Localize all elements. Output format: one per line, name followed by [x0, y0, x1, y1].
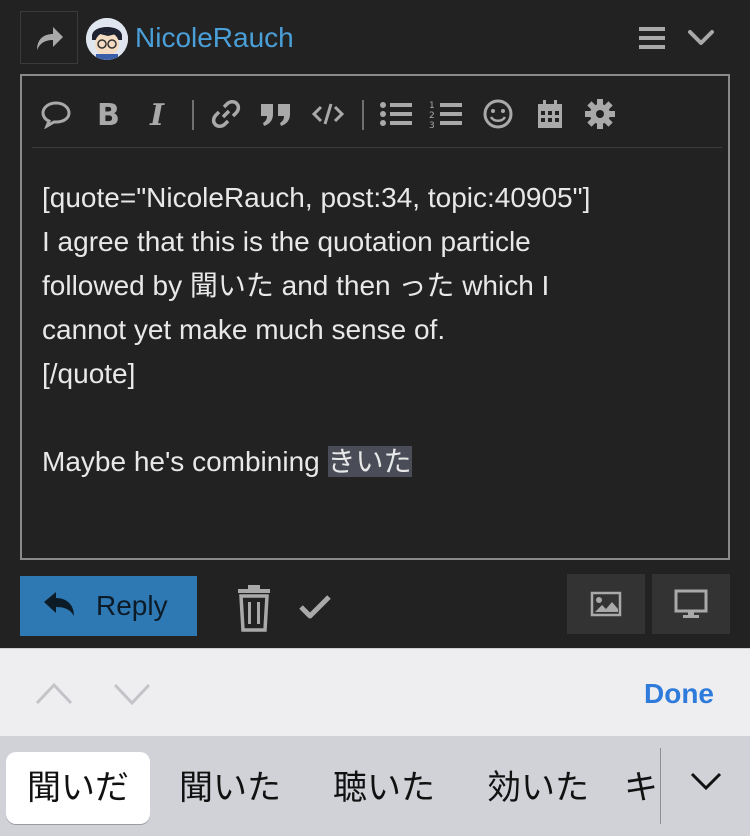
code-icon[interactable]	[310, 96, 346, 132]
menu-icon[interactable]	[637, 24, 667, 52]
reply-to-post-button[interactable]	[20, 11, 78, 64]
editor-line: [/quote]	[42, 358, 136, 389]
editor-textarea[interactable]: [quote="NicoleRauch, post:34, topic:4090…	[42, 176, 702, 484]
trash-icon[interactable]	[234, 584, 274, 632]
check-icon[interactable]	[298, 592, 332, 622]
speech-bubble-icon[interactable]	[38, 96, 74, 132]
editor-line: I agree that this is the quotation parti…	[42, 226, 531, 257]
editor-line: followed by 聞いた and then った which I	[42, 270, 550, 301]
candidate-item[interactable]: 聴いた	[314, 752, 454, 824]
numbered-list-icon[interactable]: 123	[428, 96, 464, 132]
editor-line: [quote="NicoleRauch, post:34, topic:4090…	[42, 182, 591, 213]
avatar[interactable]	[86, 18, 128, 60]
editor-toolbar: B I 123	[32, 76, 722, 148]
candidate-item[interactable]: 効いた	[468, 752, 608, 824]
image-upload-button[interactable]	[567, 574, 645, 634]
editor[interactable]: B I 123 [quote="NicoleRauch, post:34, to…	[20, 74, 730, 560]
selected-text: きいた	[327, 446, 412, 477]
keyboard-candidate-bar: 聞いだ 聞いた 聴いた 効いた キ	[0, 736, 750, 836]
bullet-list-icon[interactable]	[378, 96, 414, 132]
link-icon[interactable]	[208, 96, 244, 132]
done-button[interactable]: Done	[644, 677, 714, 711]
composer-header: NicoleRauch	[0, 0, 750, 74]
italic-icon[interactable]: I	[140, 96, 176, 132]
svg-text:I: I	[149, 99, 165, 129]
calendar-icon[interactable]	[532, 96, 568, 132]
bold-icon[interactable]: B	[90, 96, 126, 132]
emoji-icon[interactable]	[480, 96, 516, 132]
quote-icon[interactable]	[258, 96, 294, 132]
chevron-down-icon[interactable]	[112, 679, 152, 707]
composer-panel: NicoleRauch B I 1 2 3 [quote="NicoleRauc…	[0, 0, 750, 648]
candidate-divider	[660, 748, 661, 824]
svg-text:2: 2	[429, 111, 435, 121]
svg-text:B: B	[97, 99, 120, 129]
gear-icon[interactable]	[582, 96, 618, 132]
toolbar-divider	[192, 100, 194, 130]
composer-footer: Reply	[0, 574, 750, 644]
editor-line: cannot yet make much sense of.	[42, 314, 446, 345]
preview-toggle-button[interactable]	[652, 574, 730, 634]
chevron-down-icon[interactable]	[686, 22, 716, 52]
editor-line-text: Maybe he's combining	[42, 446, 328, 477]
reply-arrow-icon	[44, 592, 74, 616]
image-icon	[590, 591, 622, 617]
editor-line-last: Maybe he's combining きいた	[42, 440, 702, 484]
chevron-down-icon[interactable]	[688, 764, 724, 800]
keyboard-accessory-bar: Done	[0, 648, 750, 736]
desktop-icon	[674, 589, 708, 618]
share-arrow-icon	[37, 26, 63, 50]
svg-text:3: 3	[429, 121, 435, 129]
reply-button[interactable]: Reply	[20, 576, 197, 636]
candidate-item[interactable]: 聞いだ	[6, 752, 150, 824]
svg-text:1: 1	[429, 101, 435, 111]
chevron-up-icon[interactable]	[34, 679, 74, 707]
candidate-item[interactable]: キ	[624, 752, 660, 824]
candidate-item[interactable]: 聞いた	[160, 752, 300, 824]
reply-label: Reply	[96, 590, 168, 621]
username-link[interactable]: NicoleRauch	[135, 20, 294, 56]
toolbar-divider	[362, 100, 364, 130]
